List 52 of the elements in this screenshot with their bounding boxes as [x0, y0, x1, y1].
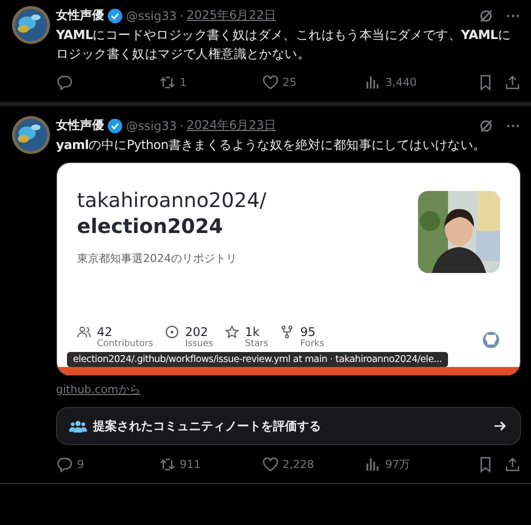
stat-count: 42 [97, 325, 112, 339]
author-handle: @ssig33 [126, 8, 177, 22]
stat-count: 202 [185, 325, 208, 339]
star-icon [225, 325, 240, 339]
action-count: 25 [282, 76, 296, 88]
author-handle: @ssig33 [126, 118, 177, 132]
bar-chart-icon[interactable] [364, 74, 382, 90]
repo-owner: takahiroanno2024/ [77, 187, 268, 213]
separator-dot: · [180, 118, 184, 132]
action-count: 2,228 [282, 458, 314, 470]
repo-name: election2024 [77, 213, 224, 239]
slashed-circle-icon[interactable] [478, 8, 494, 24]
action-count: 9 [77, 458, 84, 470]
stat-label: Issues [184, 339, 214, 349]
cat-logo-icon [482, 331, 500, 349]
separator-dot: · [180, 8, 184, 22]
stat-count: 1k [245, 325, 260, 339]
repost-icon[interactable] [158, 74, 176, 90]
action-count: 97万 [385, 456, 410, 472]
avatar[interactable] [12, 6, 50, 44]
people-icon [69, 418, 87, 434]
fork-icon [280, 325, 294, 339]
post-text: YAMLにコードやロジック書く奴はダメ、これはもう本当にダメです、YAMLにロジック書く奴はマジで人権意識とかない。 [56, 26, 512, 63]
stat-count: 95 [300, 325, 316, 339]
people-icon [77, 325, 91, 339]
post-date-link[interactable]: 2025年6月22日 [186, 7, 276, 24]
community-note-button[interactable]: 提案されたコミュニティノートを評価する [56, 407, 521, 445]
slashed-circle-icon[interactable] [478, 118, 494, 134]
action-count: 1 [180, 76, 187, 88]
link-tooltip: election2024/.github/workflows/issue-review.yml at main · takahiroanno2024/ele... [67, 352, 448, 367]
avatar[interactable] [12, 116, 50, 154]
stat-label: Stars [244, 339, 268, 349]
action-count: 3,440 [385, 76, 417, 88]
action-count: 911 [180, 458, 201, 470]
reply-icon[interactable] [56, 74, 73, 90]
stat-label: Forks [299, 339, 324, 349]
repo-description: 東京都知事選2024のリポジトリ [77, 251, 238, 266]
post-date-link[interactable]: 2024年6月23日 [186, 117, 276, 134]
author-name[interactable]: 女性声優 [56, 7, 104, 24]
link-card[interactable]: takahiroanno2024/ election2024 東京都知事選2024のリポジトリ 42 Contributors 202 Issues 1k Stars 95 Forks election2024/.github/workflows/issue-review.yml at main · takahiroanno2024/ele... [56, 162, 521, 376]
issue-icon [165, 325, 180, 339]
reply-icon[interactable] [56, 456, 73, 472]
source-link[interactable]: github.comから [56, 382, 521, 397]
author-name[interactable]: 女性声優 [56, 117, 104, 134]
repost-icon[interactable] [158, 456, 176, 472]
share-icon[interactable] [504, 74, 521, 90]
stat-label: Contributors [96, 339, 154, 349]
share-icon[interactable] [504, 456, 521, 472]
heart-icon[interactable] [262, 74, 278, 90]
bar-chart-icon[interactable] [364, 456, 382, 472]
post-text: yamlの中にPython書きまくるような奴を絶対に都知事にしてはいけない。 [56, 136, 487, 154]
heart-icon[interactable] [262, 456, 278, 472]
